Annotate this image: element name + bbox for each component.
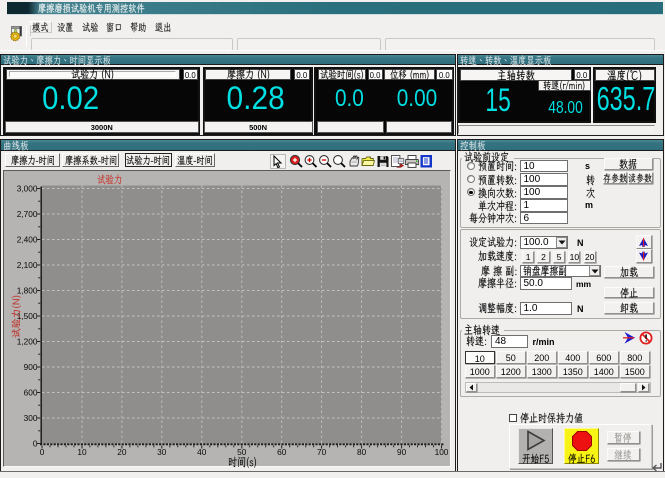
- svg-text:90: 90: [397, 447, 407, 457]
- svg-text:300: 300: [24, 413, 38, 423]
- svg-text:2,700: 2,700: [17, 209, 38, 219]
- svg-text:10: 10: [77, 447, 87, 457]
- svg-text:2,100: 2,100: [17, 260, 38, 270]
- svg-text:100: 100: [435, 447, 449, 457]
- svg-text:40: 40: [197, 447, 207, 457]
- svg-text:20: 20: [117, 447, 127, 457]
- svg-text:600: 600: [24, 387, 38, 397]
- svg-text:0: 0: [40, 447, 45, 457]
- svg-text:0: 0: [33, 438, 38, 448]
- svg-text:80: 80: [357, 447, 367, 457]
- svg-text:2,400: 2,400: [17, 234, 38, 244]
- svg-text:30: 30: [157, 447, 167, 457]
- svg-text:900: 900: [24, 362, 38, 372]
- svg-text:60: 60: [277, 447, 287, 457]
- svg-text:70: 70: [317, 447, 327, 457]
- svg-text:3,000: 3,000: [17, 183, 38, 193]
